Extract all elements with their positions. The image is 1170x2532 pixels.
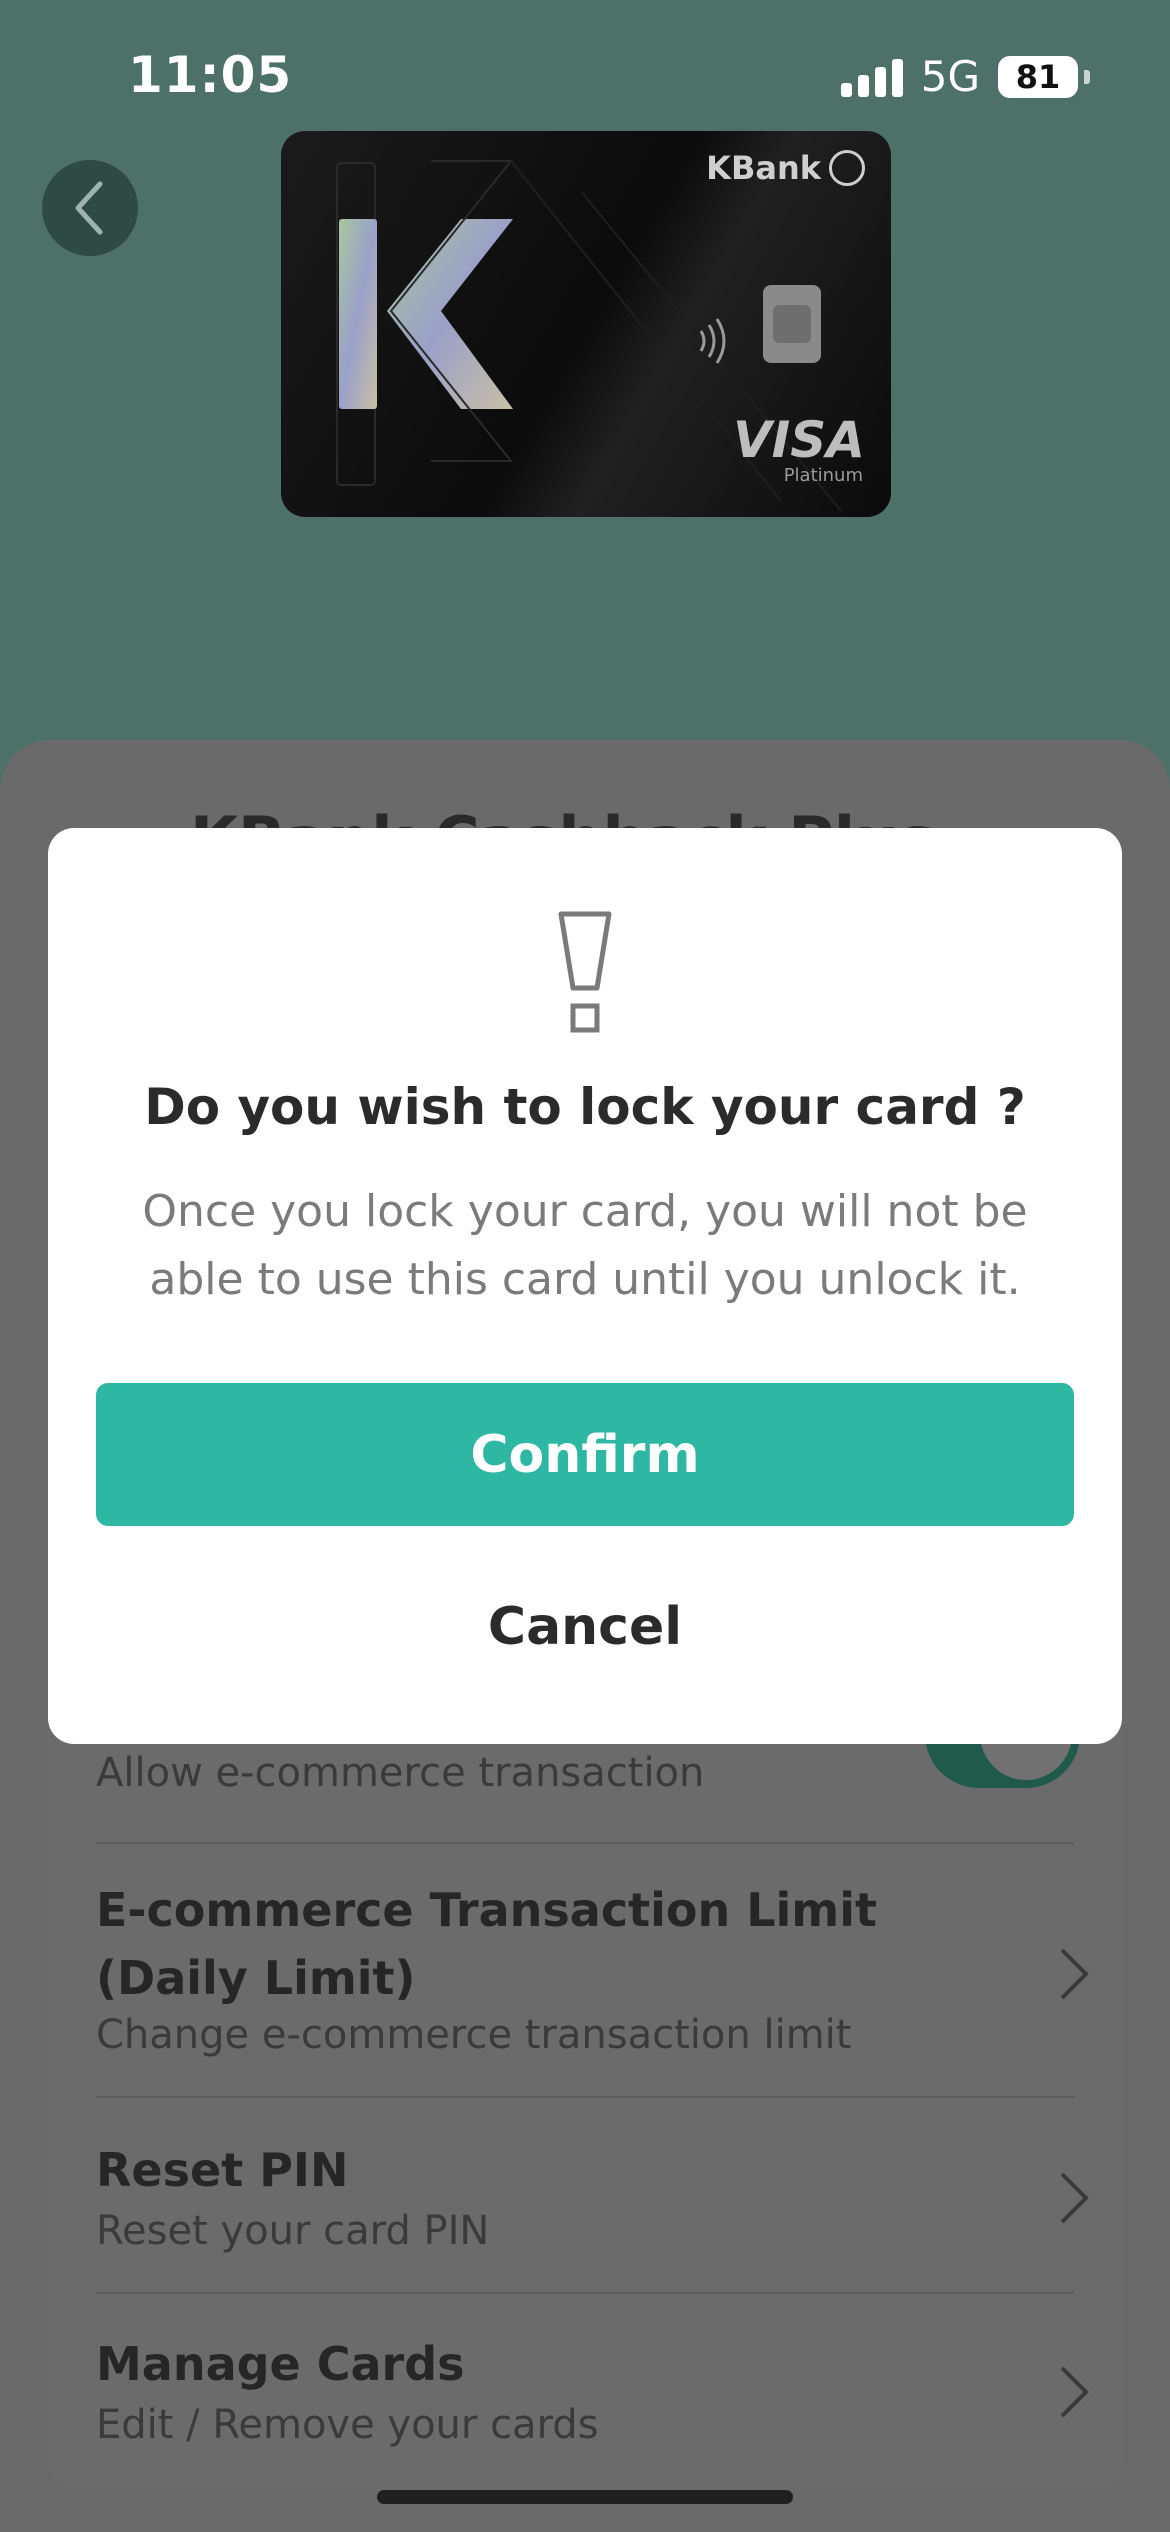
- confirm-button[interactable]: Confirm: [96, 1383, 1074, 1526]
- status-bar: 11:05 5G 81: [0, 0, 1170, 150]
- list-item-reset-pin[interactable]: Reset PIN Reset your card PIN: [96, 2136, 1122, 2276]
- list-item-manage-cards[interactable]: Manage Cards Edit / Remove your cards: [96, 2330, 1122, 2470]
- signal-icon: [840, 57, 903, 97]
- card-bank-logo: KBank: [706, 149, 865, 187]
- reset-pin-subtitle: Reset your card PIN: [96, 2208, 490, 2254]
- list-item-ecommerce-limit[interactable]: E-commerce Transaction Limit (Daily Limi…: [96, 1876, 1122, 2076]
- dialog-title: Do you wish to lock your card ?: [144, 1078, 1026, 1136]
- ecommerce-limit-title-line1: E-commerce Transaction Limit: [96, 1883, 877, 1937]
- battery-icon: 81: [998, 55, 1078, 98]
- cancel-button[interactable]: Cancel: [96, 1555, 1074, 1698]
- back-button[interactable]: [42, 160, 138, 256]
- battery-tip: [1084, 69, 1090, 84]
- battery-level: 81: [1015, 57, 1061, 96]
- divider: [96, 2096, 1074, 2098]
- manage-cards-subtitle: Edit / Remove your cards: [96, 2402, 599, 2448]
- network-type: 5G: [920, 52, 980, 101]
- manage-cards-title: Manage Cards: [96, 2337, 465, 2391]
- divider: [96, 1842, 1074, 1844]
- card-tier: Platinum: [783, 465, 863, 486]
- chevron-right-icon: [1060, 1948, 1089, 2000]
- ecommerce-limit-title-line2: (Daily Limit): [96, 1951, 416, 2005]
- home-indicator: [377, 2490, 793, 2504]
- exclamation-icon: [558, 911, 612, 1033]
- divider: [96, 2292, 1074, 2294]
- bank-seal-icon: [829, 150, 865, 186]
- status-time: 11:05: [128, 46, 293, 104]
- dialog-message: Once you lock your card, you will not be…: [142, 1186, 1028, 1305]
- chevron-right-icon: [1060, 2366, 1089, 2418]
- status-indicators: 5G 81: [840, 52, 1090, 101]
- credit-card-image: KBank VISA Platinum: [281, 131, 891, 517]
- ecommerce-limit-subtitle: Change e-commerce transaction limit: [96, 2012, 852, 2058]
- chevron-right-icon: [1060, 2172, 1089, 2224]
- card-bank-name: KBank: [706, 149, 821, 187]
- card-network-logo: VISA: [732, 411, 865, 469]
- chevron-left-icon: [75, 181, 103, 235]
- reset-pin-title: Reset PIN: [96, 2143, 349, 2197]
